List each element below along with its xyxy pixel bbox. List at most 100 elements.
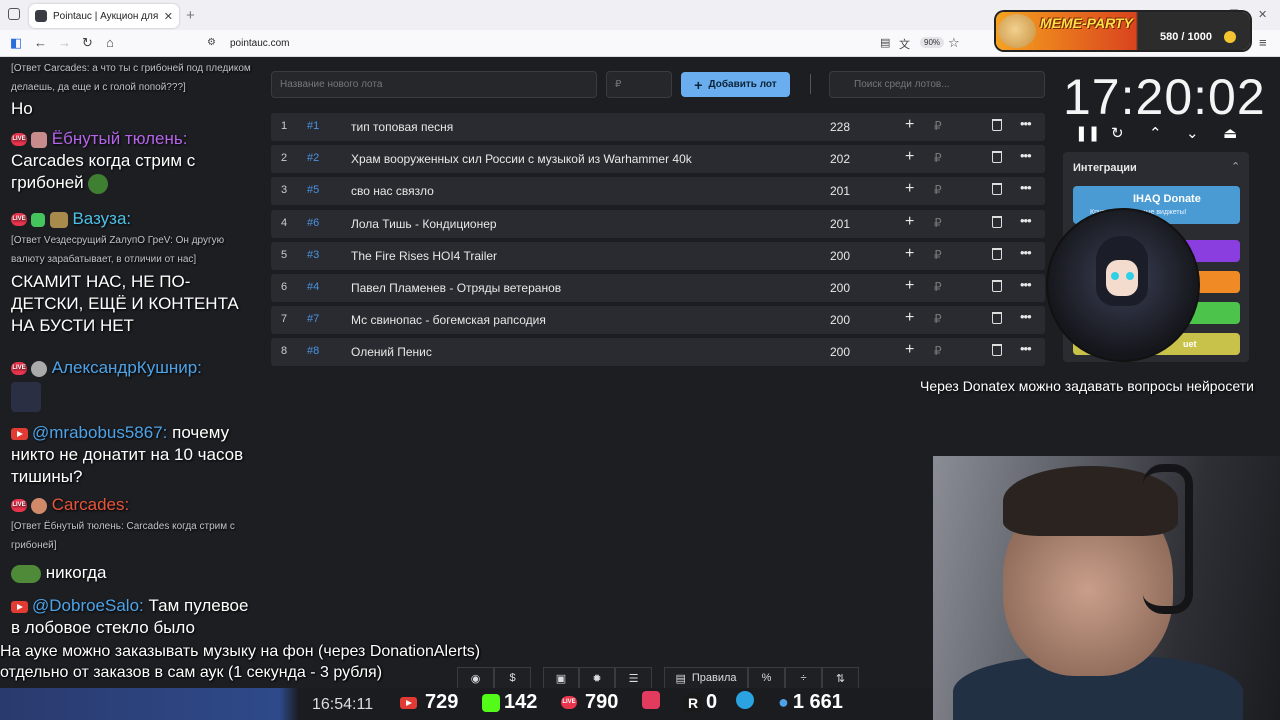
lot-amount[interactable]: 200 [830,281,850,295]
lot-id[interactable]: #3 [307,249,319,261]
lot-name[interactable]: Мс свинопас - богемская рапсодия [351,313,546,327]
percent-button[interactable]: % [748,667,785,689]
add-amount-icon[interactable]: + [905,213,914,231]
zoom-level[interactable]: 90% [920,37,945,48]
more-icon[interactable]: ••• [1020,277,1032,292]
close-window-icon[interactable]: ✕ [1258,8,1267,21]
lot-amount[interactable]: 200 [830,313,850,327]
ruble-icon[interactable]: ₽ [934,119,942,133]
lot-name[interactable]: сво нас связло [351,184,434,198]
lot-amount[interactable]: 201 [830,184,850,198]
list-icon[interactable]: ☰ [615,667,652,689]
reload-icon[interactable]: ↻ [82,35,93,51]
ruble-icon[interactable]: ₽ [934,280,942,294]
dollar-icon[interactable]: $ [494,667,531,689]
add-amount-icon[interactable]: + [905,309,914,327]
chevron-down-icon[interactable]: ⌄ [1186,124,1199,142]
more-icon[interactable]: ••• [1020,116,1032,131]
add-amount-icon[interactable]: + [905,116,914,134]
chevron-up-icon[interactable]: ⌃ [1149,124,1162,142]
save-icon[interactable]: ▣ [543,667,579,689]
lot-name[interactable]: Храм вооруженных сил России с музыкой из… [351,152,692,166]
add-amount-icon[interactable]: + [905,341,914,359]
lot-row[interactable]: 1 #1 тип топовая песня 228 + ₽ ••• [271,113,1045,141]
lot-name[interactable]: Лола Тишь - Кондиционер [351,217,497,231]
translate-icon[interactable]: 文 [899,36,910,52]
lot-row[interactable]: 5 #3 The Fire Rises HOI4 Trailer 200 + ₽ ••• [271,241,1045,270]
more-icon[interactable]: ••• [1020,341,1032,356]
add-amount-icon[interactable]: + [905,180,914,198]
bookmark-star-icon[interactable]: ☆ [948,35,960,51]
lot-id[interactable]: #4 [307,281,319,293]
delete-icon[interactable] [992,280,1002,292]
lot-name[interactable]: The Fire Rises HOI4 Trailer [351,249,497,263]
add-amount-icon[interactable]: + [905,148,914,166]
new-lot-input[interactable]: Название нового лота [271,71,597,98]
lot-id[interactable]: #8 [307,345,319,357]
lot-id[interactable]: #6 [307,217,319,229]
more-icon[interactable]: ••• [1020,180,1032,195]
search-lots-input[interactable]: Поиск среди лотов... [829,71,1045,98]
lot-row[interactable]: 3 #5 сво нас связло 201 + ₽ ••• [271,177,1045,206]
reset-icon[interactable]: ↻ [1111,124,1124,142]
ruble-icon[interactable]: ₽ [934,151,942,165]
lot-amount[interactable]: 202 [830,152,850,166]
lot-row[interactable]: 8 #8 Олений Пенис 200 + ₽ ••• [271,338,1045,367]
delete-icon[interactable] [992,312,1002,325]
bug-icon[interactable]: ✹ [579,667,615,689]
delete-icon[interactable] [992,151,1002,164]
lot-amount[interactable]: 201 [830,217,850,231]
rules-button[interactable]: ▤ Правила [664,667,748,689]
more-icon[interactable]: ••• [1020,309,1032,324]
collapse-icon[interactable]: ⏏ [1223,124,1237,142]
forward-icon[interactable]: → [58,35,71,50]
reader-view-icon[interactable]: ▤ [880,36,890,49]
lot-id[interactable]: #2 [307,152,319,164]
lot-amount[interactable]: 200 [830,249,850,263]
lot-name[interactable]: тип топовая песня [351,120,453,134]
home-icon[interactable]: ⌂ [106,35,114,50]
lot-id[interactable]: #1 [307,120,319,132]
more-icon[interactable]: ••• [1020,213,1032,228]
add-amount-icon[interactable]: + [905,245,914,263]
lot-id[interactable]: #7 [307,313,319,325]
more-icon[interactable]: ••• [1020,148,1032,163]
site-info-icon[interactable]: ⚙ [207,37,216,48]
lot-row[interactable]: 4 #6 Лола Тишь - Кондиционер 201 + ₽ ••• [271,209,1045,238]
ruble-icon[interactable]: ₽ [934,183,942,197]
delete-icon[interactable] [992,183,1002,196]
lot-row[interactable]: 2 #2 Храм вооруженных сил России с музыкой… [271,145,1045,174]
split-icon[interactable]: ÷ [785,667,822,689]
add-lot-button[interactable]: + Добавить лот [681,72,790,97]
new-tab-icon[interactable]: + [186,7,195,24]
delete-icon[interactable] [992,215,1002,228]
delete-icon[interactable] [992,119,1002,131]
amount-input[interactable]: ₽ [606,71,672,98]
sort-icon[interactable]: ⇅ [822,667,859,689]
lot-amount[interactable]: 200 [830,345,850,359]
delete-icon[interactable] [992,247,1002,260]
sidebar-icon[interactable]: ◧ [10,35,22,51]
more-icon[interactable]: ••• [1020,245,1032,260]
ruble-icon[interactable]: ₽ [934,216,942,230]
address-bar[interactable]: pointauc.com [202,34,972,53]
lot-row[interactable]: 7 #7 Мс свинопас - богемская рапсодия 200 + ₽… [271,306,1045,335]
lot-row[interactable]: 6 #4 Павел Пламенев - Отряды ветеранов 200 +… [271,274,1045,302]
ruble-icon[interactable]: ₽ [934,312,942,326]
ruble-icon[interactable]: ₽ [934,344,942,358]
ruble-icon[interactable]: ₽ [934,248,942,262]
menu-icon[interactable]: ≡ [1259,35,1267,50]
lot-name[interactable]: Павел Пламенев - Отряды ветеранов [351,281,561,295]
add-amount-icon[interactable]: + [905,277,914,295]
lot-amount[interactable]: 228 [830,120,850,134]
github-icon[interactable]: ◉ [457,667,494,689]
lot-name[interactable]: Олений Пенис [351,345,432,359]
tab-overview-icon[interactable] [8,8,20,20]
browser-tab[interactable]: Pointauc | Аукцион для стрима ✕ [29,4,179,28]
chevron-up-icon[interactable]: ⌃ [1231,160,1240,173]
back-icon[interactable]: ← [34,35,47,50]
pause-icon[interactable]: ❚❚ [1075,124,1100,142]
close-tab-icon[interactable]: ✕ [164,10,173,23]
lot-id[interactable]: #5 [307,184,319,196]
delete-icon[interactable] [992,344,1002,357]
